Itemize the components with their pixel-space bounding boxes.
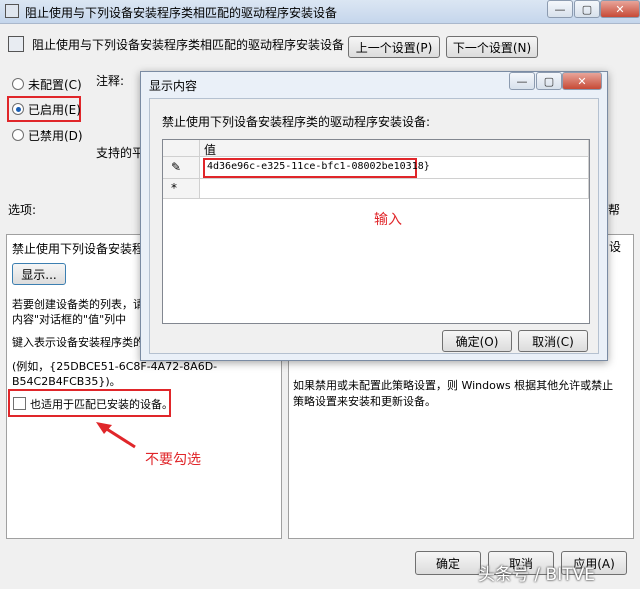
dialog-ok-button[interactable]: 确定(O) xyxy=(442,330,512,352)
new-row-value-cell[interactable] xyxy=(200,179,589,199)
new-row-icon: * xyxy=(171,181,177,195)
column-header-value[interactable]: 值 xyxy=(200,140,589,157)
pencil-icon: ✎ xyxy=(171,160,182,174)
row-value-cell[interactable]: 4d36e96c-e325-11ce-bfc1-08002be10318} xyxy=(200,157,589,179)
row-marker-edit: ✎ xyxy=(163,157,200,179)
grid-corner xyxy=(163,140,200,157)
row-value-text[interactable]: 4d36e96c-e325-11ce-bfc1-08002be10318} xyxy=(207,161,430,172)
row-marker-new: * xyxy=(163,179,200,199)
dialog-cancel-button[interactable]: 取消(C) xyxy=(518,330,588,352)
dialog-maximize-button[interactable]: ▢ xyxy=(536,72,562,90)
dialog-prompt: 禁止使用下列设备安装程序类的驱动程序安装设备: xyxy=(162,115,431,129)
column-header-label: 值 xyxy=(204,143,217,157)
annotation-do-not-check: 不要勾选 xyxy=(145,452,201,468)
values-grid: 值 ✎ 4d36e96c-e325-11ce-bfc1-08002be10318… xyxy=(162,139,590,324)
dialog-minimize-button[interactable]: — xyxy=(509,72,535,90)
annotation-input: 输入 xyxy=(374,212,402,228)
dialog-close-button[interactable]: ✕ xyxy=(562,72,602,90)
dialog-title: 显示内容 xyxy=(149,79,198,93)
